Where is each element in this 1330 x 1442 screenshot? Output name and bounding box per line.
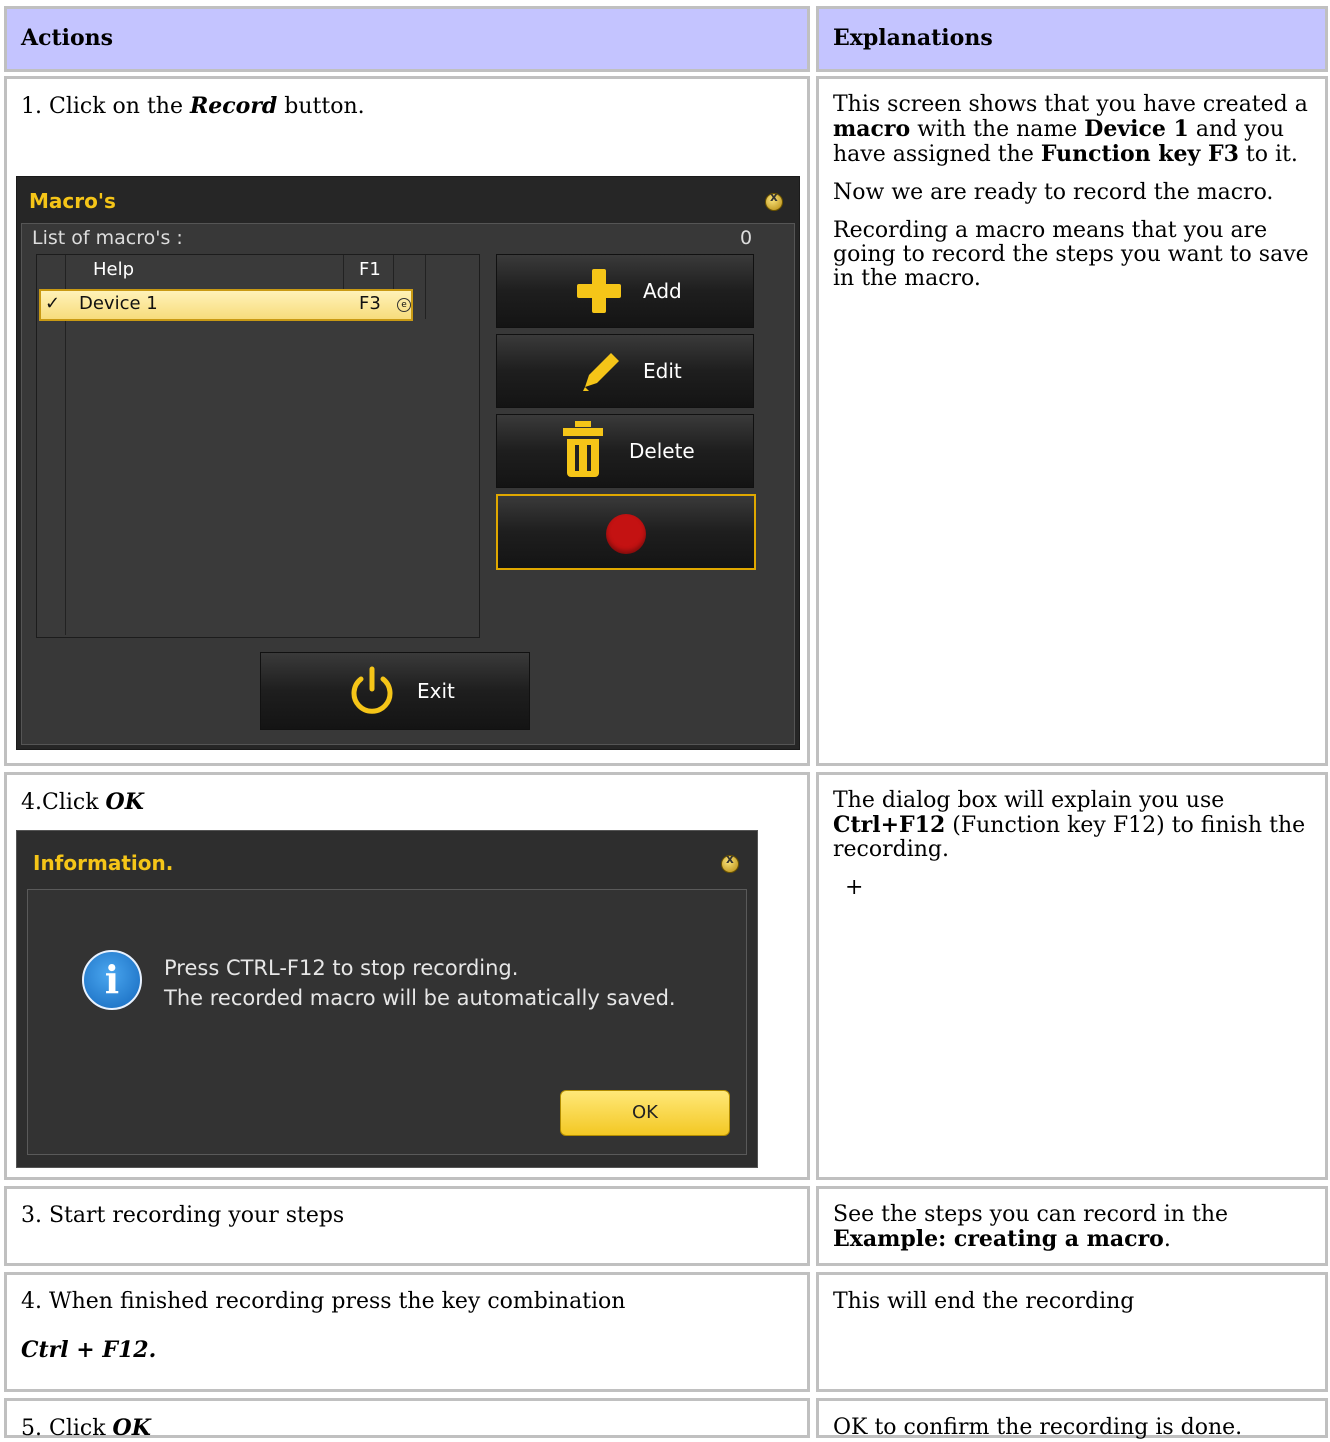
trash-icon (563, 421, 603, 477)
close-icon[interactable] (765, 190, 783, 211)
edit-button-label: Edit (643, 359, 682, 383)
delete-button[interactable]: Delete (496, 414, 754, 488)
macro-list[interactable]: Help F1 ✓ Device 1 F3 e (36, 254, 480, 638)
pencil-icon (583, 353, 619, 391)
row2-explanation: The dialog box will explain you use Ctrl… (816, 772, 1328, 1180)
row3-explanation: See the steps you can record in the Exam… (816, 1186, 1328, 1266)
col-help[interactable]: Help (93, 259, 134, 280)
row4-action: 4. When finished recording press the key… (4, 1272, 810, 1392)
header-explanations: Explanations (816, 6, 1328, 72)
close-icon[interactable] (721, 852, 739, 873)
information-dialog: Information. i Press CTRL-F12 to stop re… (16, 830, 758, 1168)
row1-exp-p3: Recording a macro means that you are goi… (833, 218, 1309, 291)
power-icon (351, 666, 393, 714)
row5-action: 5. Click OK (4, 1398, 810, 1441)
info-icon: i (82, 950, 142, 1010)
row4-explanation: This will end the recording (816, 1272, 1328, 1392)
information-panel: i Press CTRL-F12 to stop recording. The … (27, 889, 747, 1155)
row1-exp-p2: Now we are ready to record the macro. (833, 180, 1274, 205)
macro-name: Device 1 (79, 293, 158, 314)
circle-e-icon: e (397, 298, 411, 312)
macros-panel: List of macro's : 0 Help F1 ✓ Device 1 F… (21, 223, 795, 745)
ok-button[interactable]: OK (560, 1090, 730, 1136)
check-icon: ✓ (45, 293, 61, 314)
plus-icon (577, 269, 621, 313)
macros-dialog: Macro's List of macro's : 0 Help F1 ✓ De… (16, 176, 800, 750)
add-button-label: Add (643, 279, 682, 303)
exit-button-label: Exit (417, 679, 455, 703)
record-emphasis: Record (189, 93, 278, 119)
header-actions: Actions (4, 6, 810, 72)
delete-button-label: Delete (629, 439, 695, 463)
list-label: List of macro's : (32, 227, 183, 249)
record-button[interactable] (496, 494, 756, 570)
list-header-row: Help F1 (37, 255, 479, 635)
row3-action: 3. Start recording your steps (4, 1186, 810, 1266)
row2-exp-p2: + (845, 875, 864, 900)
list-item[interactable]: ✓ Device 1 F3 e (39, 289, 413, 321)
header-explanations-label: Explanations (833, 25, 993, 51)
row1-exp-p1: This screen shows that you have created … (833, 92, 1308, 167)
exit-button[interactable]: Exit (260, 652, 530, 730)
add-button[interactable]: Add (496, 254, 754, 328)
row5-explanation: OK to confirm the recording is done. (816, 1398, 1328, 1440)
row2-exp-p1: The dialog box will explain you use Ctrl… (833, 788, 1306, 862)
edit-button[interactable]: Edit (496, 334, 754, 408)
macros-dialog-title: Macro's (29, 189, 116, 213)
record-icon (606, 514, 646, 554)
macro-count: 0 (740, 227, 753, 249)
info-message-line1: Press CTRL-F12 to stop recording. (164, 956, 519, 980)
header-actions-label: Actions (21, 25, 114, 51)
info-message-line2: The recorded macro will be automatically… (164, 986, 676, 1010)
col-f1[interactable]: F1 (359, 259, 381, 280)
information-dialog-title: Information. (33, 851, 174, 875)
macro-key: F3 (359, 293, 381, 314)
row1-explanation: This screen shows that you have created … (816, 76, 1328, 766)
